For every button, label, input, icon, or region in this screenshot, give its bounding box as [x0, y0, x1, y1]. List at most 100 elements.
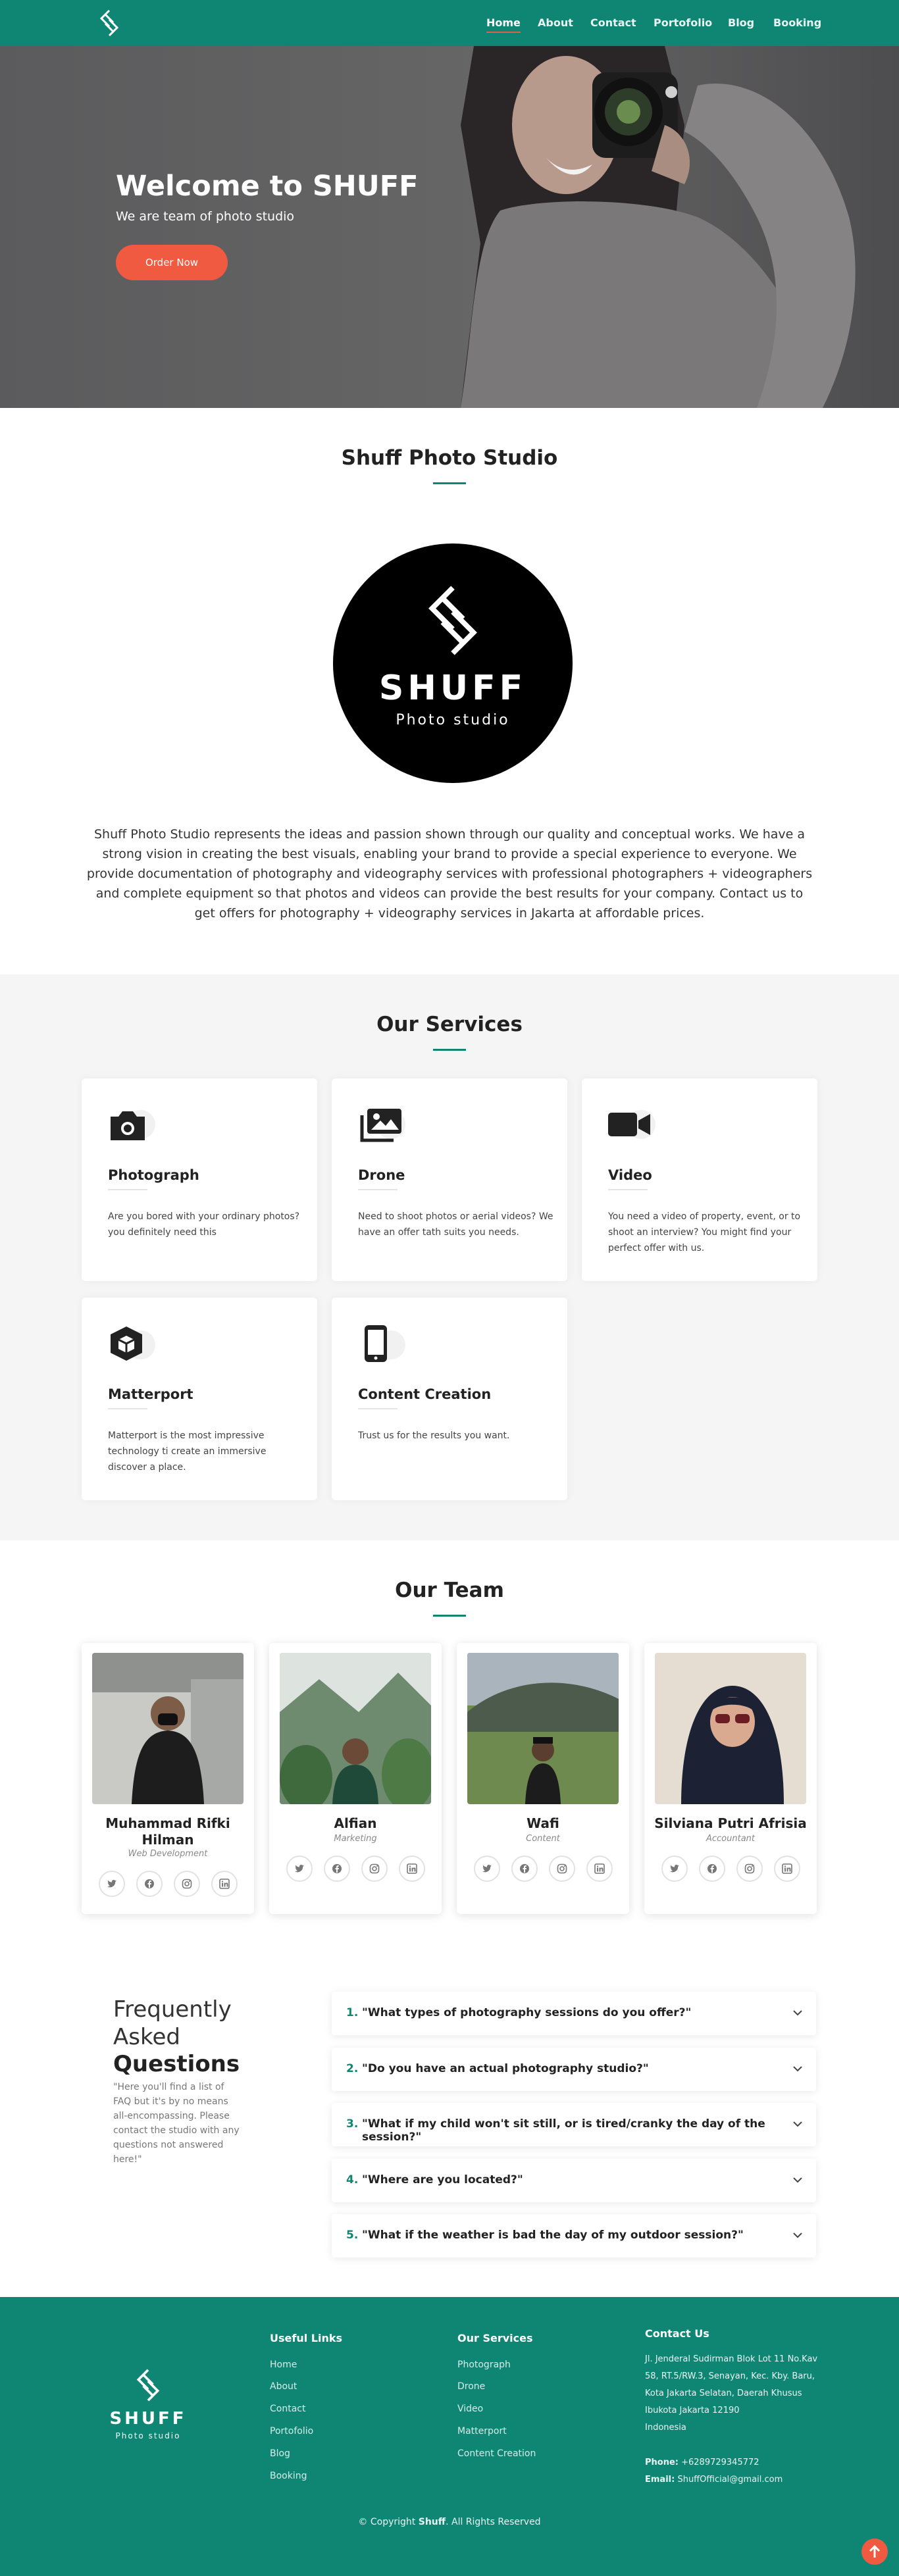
footer-link-home[interactable]: Home — [270, 2360, 297, 2370]
service-card-video[interactable]: Video You need a video of property, even… — [582, 1078, 817, 1281]
service-card-photograph[interactable]: Photograph Are you bored with your ordin… — [82, 1078, 317, 1281]
faq-question: "Where are you located?" — [362, 2173, 523, 2186]
faq-heading-light: Frequently Asked — [113, 1996, 232, 2051]
site-header: Home About Contact Portofolio Blog Booki… — [0, 0, 899, 46]
chevron-down-icon[interactable] — [791, 2117, 804, 2131]
faq-item[interactable]: 1. "What types of photography sessions d… — [332, 1992, 816, 2035]
service-title: Content Creation — [358, 1386, 492, 1402]
footer-service-photograph[interactable]: Photograph — [457, 2360, 511, 2370]
faq-question: "Do you have an actual photography studi… — [362, 2062, 649, 2075]
nav-about[interactable]: About — [538, 16, 573, 29]
copyright-prefix: © Copyright — [358, 2517, 416, 2527]
arrow-up-icon — [869, 2544, 881, 2558]
nav-blog[interactable]: Blog — [728, 16, 754, 29]
footer-service-drone[interactable]: Drone — [457, 2381, 485, 2392]
copyright: © Copyright Shuff. All Rights Reserved — [0, 2517, 899, 2527]
instagram-icon[interactable] — [736, 1856, 763, 1882]
twitter-icon[interactable] — [286, 1856, 313, 1882]
footer-link-blog[interactable]: Blog — [270, 2448, 290, 2459]
faq-item[interactable]: 2. "Do you have an actual photography st… — [332, 2048, 816, 2091]
service-divider — [608, 1189, 648, 1190]
camera-icon — [111, 1110, 155, 1140]
faq-heading-line-1: Frequently — [113, 1996, 232, 2023]
team-title: Our Team — [395, 1578, 504, 1602]
footer-link-about[interactable]: About — [270, 2381, 297, 2392]
hero-subtitle: We are team of photo studio — [116, 209, 295, 224]
facebook-icon[interactable] — [323, 1856, 350, 1882]
nav-home[interactable]: Home — [486, 16, 521, 33]
team-member-card: Silviana Putri Afrisia Accountant — [644, 1643, 817, 1914]
smartphone-icon — [365, 1325, 405, 1362]
member-photo — [92, 1653, 244, 1804]
studio-logo-sub: Photo studio — [396, 712, 510, 728]
phone-value: +6289729345772 — [681, 2458, 759, 2467]
member-name: Alfian — [334, 1815, 377, 1831]
team-member-card: Muhammad Rifki Hilman Web Development — [82, 1643, 254, 1914]
footer-links-heading: Useful Links — [270, 2332, 343, 2344]
faq-item[interactable]: 4. "Where are you located?" — [332, 2159, 816, 2202]
member-role: Web Development — [128, 1849, 208, 1859]
images-icon — [360, 1109, 405, 1142]
nav-booking[interactable]: Booking — [773, 16, 821, 29]
instagram-icon[interactable] — [548, 1856, 575, 1882]
twitter-icon[interactable] — [473, 1856, 500, 1882]
service-divider — [108, 1189, 147, 1190]
footer-contact-heading: Contact Us — [645, 2327, 709, 2340]
team-member-card: Wafi Content — [457, 1643, 629, 1914]
email-link[interactable]: ShuffOfficial@gmail.com — [677, 2475, 783, 2485]
facebook-icon[interactable] — [698, 1856, 725, 1882]
service-description: You need a video of property, event, or … — [608, 1211, 801, 1253]
order-now-button[interactable]: Order Now — [116, 245, 228, 280]
faq-question: "What if my child won't sit still, or is… — [362, 2117, 765, 2144]
service-card-content-creation[interactable]: Content Creation Trust us for the result… — [332, 1298, 567, 1500]
phone-label: Phone: — [645, 2458, 679, 2467]
chevron-down-icon[interactable] — [791, 2006, 804, 2019]
footer-service-matterport[interactable]: Matterport — [457, 2426, 507, 2437]
member-photo — [467, 1653, 619, 1804]
social-links — [457, 1856, 629, 1882]
copyright-brand: Shuff — [418, 2517, 446, 2527]
twitter-icon[interactable] — [98, 1871, 125, 1897]
address-line: Kota Jakarta Selatan, Daerah Khusus — [645, 2388, 802, 2398]
faq-number: 2. — [346, 2062, 359, 2075]
service-title: Video — [608, 1167, 652, 1183]
chevron-down-icon[interactable] — [791, 2229, 804, 2242]
facebook-icon[interactable] — [511, 1856, 538, 1882]
footer-address: Jl. Jenderal Sudirman Blok Lot 11 No.Kav… — [645, 2351, 829, 2437]
shuff-logo-icon[interactable] — [97, 9, 121, 37]
service-description: Need to shoot photos or aerial videos? W… — [358, 1211, 553, 1238]
footer-link-contact[interactable]: Contact — [270, 2404, 305, 2414]
cube-icon — [111, 1326, 155, 1361]
faq-item[interactable]: 3. "What if my child won't sit still, or… — [332, 2103, 816, 2146]
facebook-icon[interactable] — [136, 1871, 163, 1897]
footer-phone: Phone: +6289729345772 — [645, 2454, 759, 2471]
footer-link-portofolio[interactable]: Portofolio — [270, 2426, 313, 2437]
footer-service-content-creation[interactable]: Content Creation — [457, 2448, 536, 2459]
linkedin-icon[interactable] — [398, 1856, 425, 1882]
linkedin-icon[interactable] — [773, 1856, 800, 1882]
chevron-down-icon[interactable] — [791, 2062, 804, 2075]
faq-item[interactable]: 5. "What if the weather is bad the day o… — [332, 2214, 816, 2258]
hero-section: Welcome to SHUFF We are team of photo st… — [0, 46, 899, 408]
faq-heading-line-2: Asked — [113, 2024, 180, 2050]
services-title: Our Services — [376, 1013, 523, 1036]
instagram-icon[interactable] — [173, 1871, 200, 1897]
linkedin-icon[interactable] — [586, 1856, 613, 1882]
faq-description: "Here you'll find a list of FAQ but it's… — [113, 2082, 240, 2165]
footer-service-video[interactable]: Video — [457, 2404, 483, 2414]
member-name: Muhammad Rifki Hilman — [105, 1815, 230, 1848]
studio-logo-word: SHUFF — [378, 669, 527, 708]
instagram-icon[interactable] — [361, 1856, 388, 1882]
back-to-top-button[interactable] — [861, 2538, 888, 2565]
chevron-down-icon[interactable] — [791, 2173, 804, 2186]
service-card-drone[interactable]: Drone Need to shoot photos or aerial vid… — [332, 1078, 567, 1281]
nav-contact[interactable]: Contact — [590, 16, 636, 29]
footer-link-booking[interactable]: Booking — [270, 2471, 307, 2481]
services-title-underline — [433, 1049, 466, 1051]
nav-portofolio[interactable]: Portofolio — [654, 16, 712, 29]
footer-logo-word: SHUFF — [109, 2409, 187, 2429]
linkedin-icon[interactable] — [211, 1871, 238, 1897]
faq-question: "What types of photography sessions do y… — [362, 2006, 692, 2019]
twitter-icon[interactable] — [661, 1856, 688, 1882]
service-card-matterport[interactable]: Matterport Matterport is the most impres… — [82, 1298, 317, 1500]
